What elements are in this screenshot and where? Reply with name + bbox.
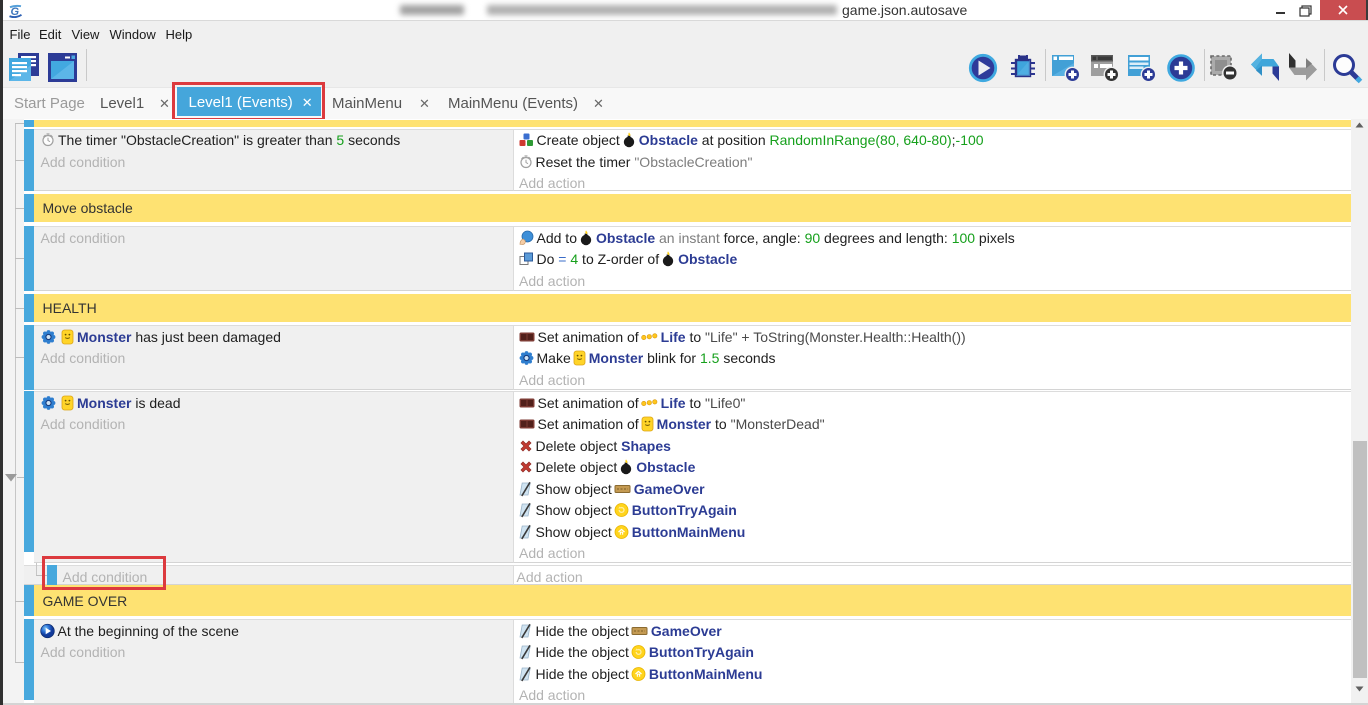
svg-text:G: G <box>11 6 20 18</box>
